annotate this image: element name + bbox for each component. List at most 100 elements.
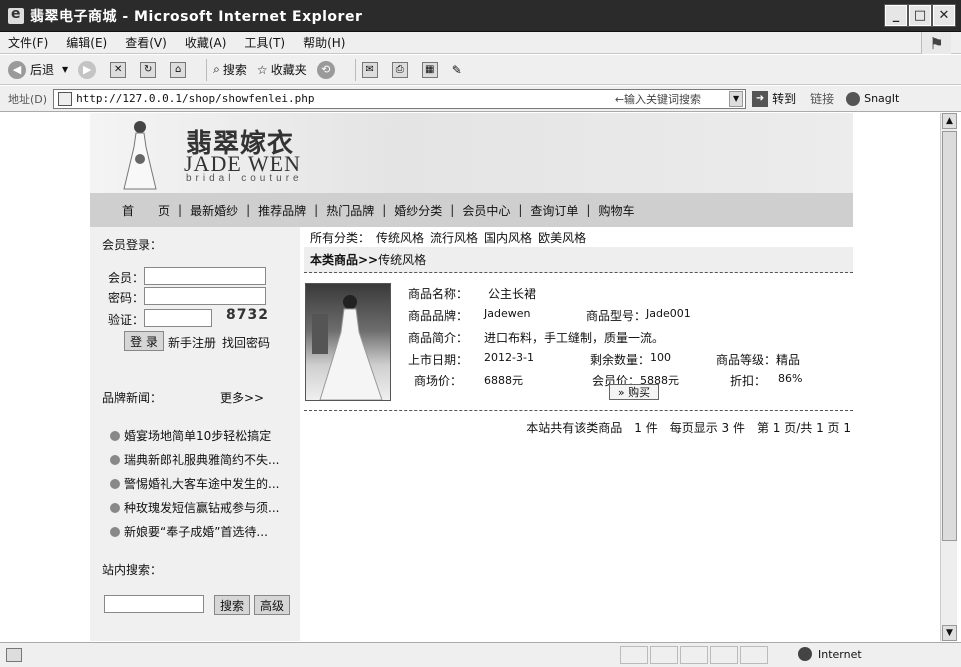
window-title: 翡翠电子商城 - Microsoft Internet Explorer <box>30 8 363 25</box>
category-traditional[interactable]: 传统风格 <box>376 229 424 246</box>
news-item[interactable]: 警惕婚礼大客车途中发生的... <box>110 475 296 492</box>
news-title[interactable]: 种玫瑰发短信赢钻戒参与须... <box>124 499 279 516</box>
news-title[interactable]: 瑞典新郎礼服典雅简约不失... <box>124 451 279 468</box>
product-name[interactable]: 公主长裙 <box>488 285 536 302</box>
scroll-up-icon[interactable]: ▲ <box>942 113 957 129</box>
refresh-icon: ↻ <box>140 61 157 78</box>
menu-bar: 文件(F) 编辑(E) 查看(V) 收藏(A) 工具(T) 帮助(H) ⚑ <box>0 32 961 54</box>
recover-password-link[interactable]: 找回密码 <box>222 334 270 351</box>
news-item[interactable]: 婚宴场地简单10步轻松搞定 <box>110 427 296 444</box>
nav-recommended-brands[interactable]: 推荐品牌 <box>250 202 314 219</box>
scroll-thumb[interactable] <box>942 131 957 541</box>
snagit-button[interactable]: SnagIt <box>846 91 899 106</box>
minimize-button[interactable]: _ <box>884 4 908 27</box>
category-list: 所有分类： 传统风格 流行风格 国内风格 欧美风格 <box>310 229 586 246</box>
news-more-link[interactable]: 更多>> <box>220 389 264 406</box>
member-label: 会员： <box>108 271 145 285</box>
address-url[interactable]: http://127.0.0.1/shop/showfenlei.php <box>76 92 314 105</box>
back-button[interactable]: ◀ 后退 ▼ <box>8 60 68 79</box>
logo-subtitle: bridal couture <box>186 173 303 184</box>
nav-new-dresses[interactable]: 最新婚纱 <box>182 202 246 219</box>
toolbar-separator <box>354 58 356 81</box>
page-viewport: 翡翠嫁衣 JADE WEN bridal couture 首 页 | 最新婚纱 | … <box>4 113 940 641</box>
page-status-icon <box>6 648 22 662</box>
edit-icon: ▦ <box>421 61 438 78</box>
stop-button[interactable]: ✕ <box>110 61 130 78</box>
password-input[interactable] <box>144 287 266 305</box>
windows-flag-icon: ⚑ <box>921 32 951 54</box>
favorites-button[interactable]: ☆ 收藏夹 <box>257 61 307 78</box>
left-sidebar: 会员登录： 会员： 密码： 验证： 8732 登 录 新手注册 找回密码 品牌新… <box>90 227 300 641</box>
title-bar: 翡翠电子商城 - Microsoft Internet Explorer _ □… <box>0 0 961 32</box>
news-title[interactable]: 婚宴场地简单10步轻松搞定 <box>124 427 271 444</box>
nav-home[interactable]: 首 页 <box>114 202 178 219</box>
product-area: 所有分类： 传统风格 流行风格 国内风格 欧美风格 本类商品>> 传统风格 商品… <box>304 227 853 641</box>
snagit-icon <box>846 91 861 106</box>
home-button[interactable]: ⌂ <box>170 61 190 78</box>
mail-button[interactable]: ✉ <box>361 61 382 78</box>
menu-tools[interactable]: 工具(T) <box>244 34 285 51</box>
pagination-info: 本站共有该类商品 1 件 每页显示 3 件 第 1 页/共 1 页 1 <box>526 421 851 435</box>
site-search-input[interactable] <box>104 595 204 613</box>
go-button[interactable]: ➜ 转到 <box>752 90 796 107</box>
back-dropdown-icon[interactable]: ▼ <box>62 65 68 74</box>
nav-hot-brands[interactable]: 热门品牌 <box>318 202 382 219</box>
nav-member-center[interactable]: 会员中心 <box>454 202 518 219</box>
vertical-scrollbar[interactable]: ▲ ▼ <box>940 113 957 641</box>
messenger-icon: ✎ <box>451 62 462 77</box>
scroll-down-icon[interactable]: ▼ <box>942 625 957 641</box>
buy-button[interactable]: » 购买 <box>609 384 659 400</box>
ie-app-icon <box>8 6 24 24</box>
discount-label: 折扣： <box>730 374 767 388</box>
menu-favorites[interactable]: 收藏(A) <box>185 34 227 51</box>
print-button[interactable]: ⎙ <box>391 61 412 78</box>
menu-view[interactable]: 查看(V) <box>125 34 167 51</box>
category-popular[interactable]: 流行风格 <box>430 229 478 246</box>
captcha-label: 验证： <box>108 313 145 327</box>
favorites-label: 收藏夹 <box>270 63 307 77</box>
product-date-label: 上市日期： <box>408 353 469 367</box>
back-label: 后退 <box>30 63 55 77</box>
news-item[interactable]: 瑞典新郎礼服典雅简约不失... <box>110 451 296 468</box>
nav-categories[interactable]: 婚纱分类 <box>386 202 450 219</box>
forward-button[interactable]: ▶ <box>78 60 100 79</box>
news-title[interactable]: 警惕婚礼大客车途中发生的... <box>124 475 279 492</box>
menu-file[interactable]: 文件(F) <box>8 34 48 51</box>
discount-row: 折扣： 86% <box>730 372 802 389</box>
login-button[interactable]: 登 录 <box>124 331 164 351</box>
menu-edit[interactable]: 编辑(E) <box>66 34 107 51</box>
product-grade-row: 商品等级： 精品 <box>716 351 800 368</box>
market-price: 6888元 <box>484 374 524 387</box>
nav-order-query[interactable]: 查询订单 <box>522 202 586 219</box>
links-button[interactable]: 链接 <box>810 90 834 107</box>
captcha-code: 8732 <box>226 307 269 323</box>
member-input[interactable] <box>144 267 266 285</box>
refresh-button[interactable]: ↻ <box>140 61 160 78</box>
captcha-input[interactable] <box>144 309 212 327</box>
address-dropdown-icon[interactable]: ▼ <box>729 90 744 107</box>
advanced-search-button[interactable]: 高级 <box>254 595 290 615</box>
flower-bullet-icon <box>110 478 120 489</box>
nav-cart[interactable]: 购物车 <box>590 202 642 219</box>
messenger-button[interactable]: ✎ <box>452 63 462 77</box>
site-search-button[interactable]: 搜索 <box>214 595 250 615</box>
category-western[interactable]: 欧美风格 <box>538 229 586 246</box>
zone-label: Internet <box>818 647 862 661</box>
globe-icon <box>798 647 812 661</box>
news-item[interactable]: 新娘要“奉子成婚”首选待... <box>110 523 296 540</box>
maximize-button[interactable]: □ <box>908 4 932 27</box>
news-item[interactable]: 种玫瑰发短信赢钻戒参与须... <box>110 499 296 516</box>
news-title[interactable]: 新娘要“奉子成婚”首选待... <box>124 523 268 540</box>
menu-help[interactable]: 帮助(H) <box>303 34 345 51</box>
address-input[interactable]: http://127.0.0.1/shop/showfenlei.php ←输入… <box>53 88 747 109</box>
brand-news-heading: 品牌新闻： <box>102 391 163 405</box>
keyword-search-hint: ←输入关键词搜索 <box>614 92 702 106</box>
product-photo[interactable] <box>305 283 391 401</box>
close-button[interactable]: ✕ <box>932 4 956 27</box>
edit-button[interactable]: ▦ <box>421 61 442 78</box>
register-link[interactable]: 新手注册 <box>168 334 216 351</box>
search-button[interactable]: ⌕ 搜索 <box>213 61 247 78</box>
category-domestic[interactable]: 国内风格 <box>484 229 532 246</box>
history-button[interactable]: ⟲ <box>316 60 339 79</box>
product-name-label: 商品名称： <box>408 287 469 301</box>
